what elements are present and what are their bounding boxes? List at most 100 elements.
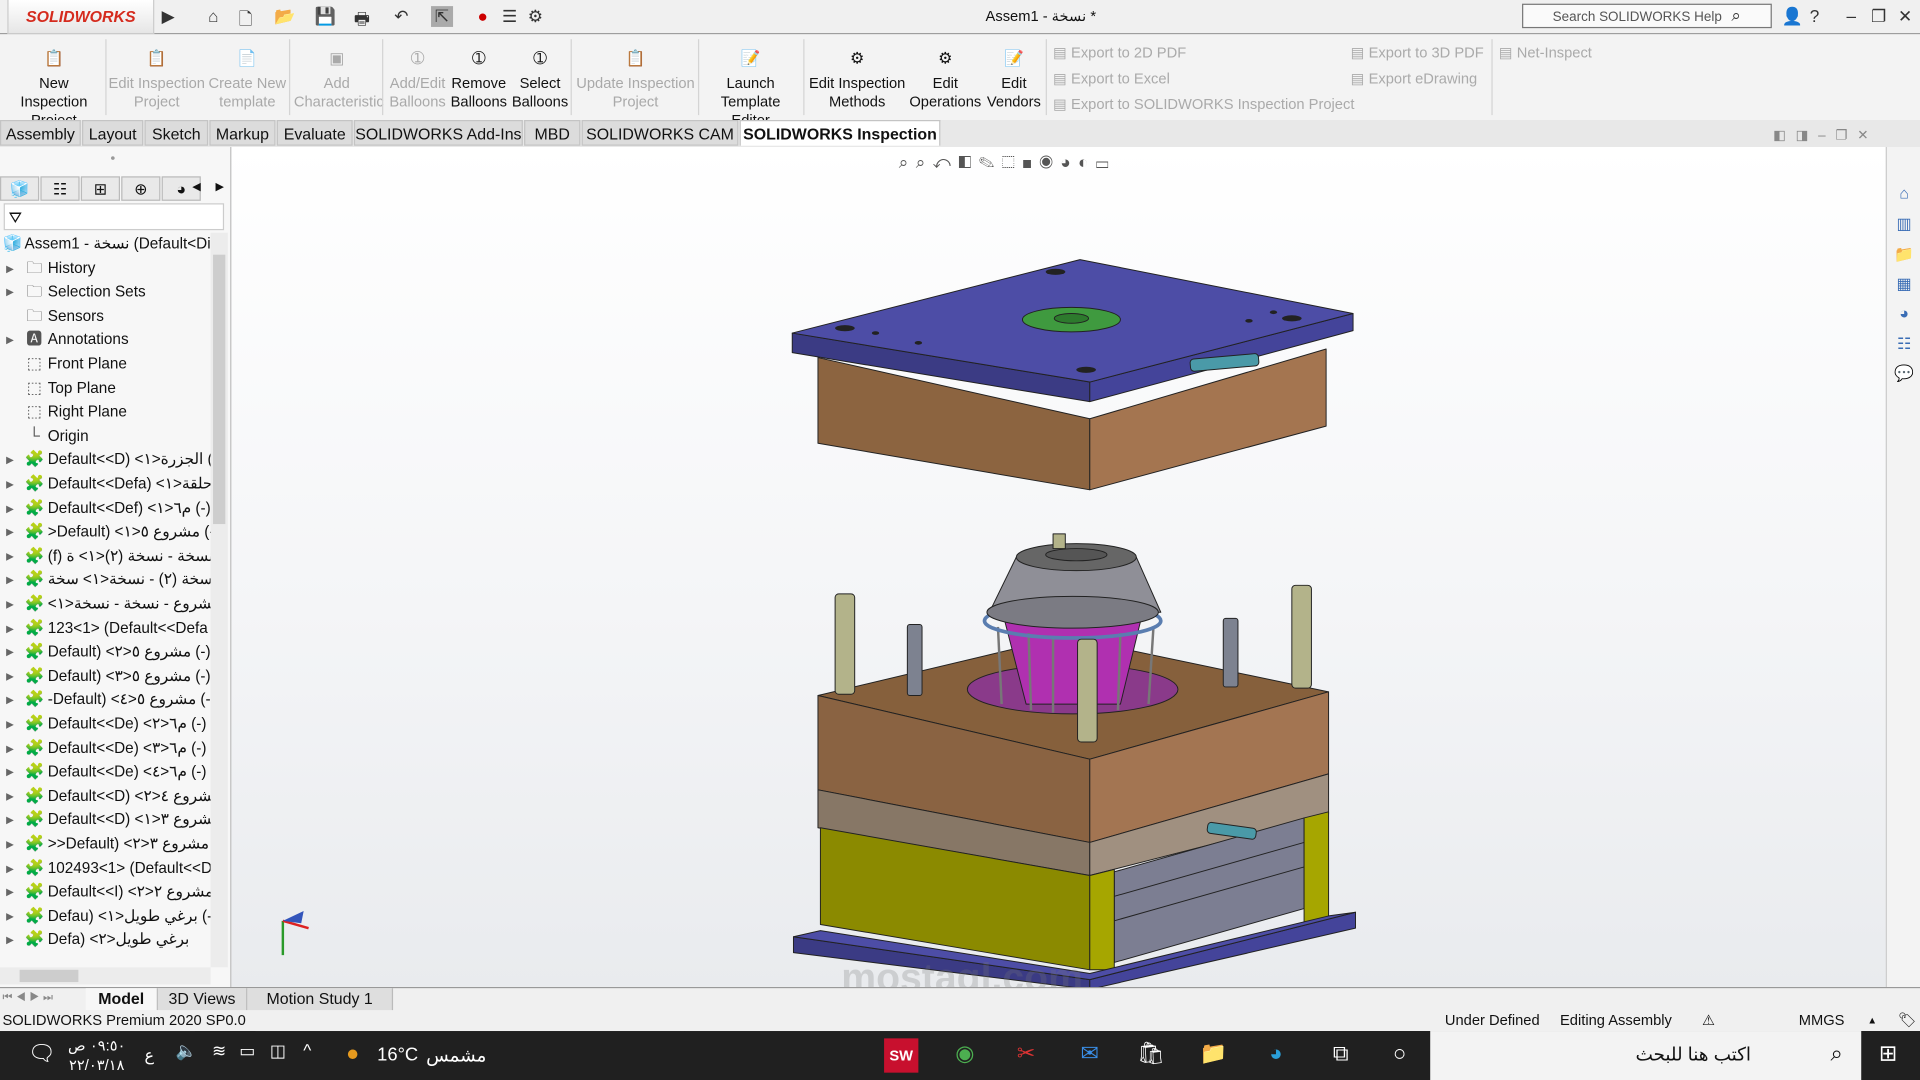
tree-item[interactable]: ▶ 🧩 (-) م٦<٤> (Default<<De	[0, 761, 211, 784]
tree-item[interactable]: ▶ 🧩 123<1> (Default<<Defa	[0, 617, 211, 640]
tree-item[interactable]: ▶🧩(-) الجزرة<١> (Default<<D	[0, 449, 211, 472]
tab-3d-views[interactable]: 3D Views	[158, 988, 247, 1010]
tab-solidworks-add-ins[interactable]: SOLIDWORKS Add-Ins	[354, 120, 523, 146]
tab-layout[interactable]: Layout	[82, 120, 143, 146]
tree-item[interactable]: ▶🧩نسخة - نسخة (٢) - نسخة<١> سخة	[0, 569, 211, 592]
expand-arrow-icon[interactable]: ▶	[6, 329, 14, 352]
taskbar-search-input[interactable]: اكتب هنا للبحث	[1430, 1031, 1861, 1080]
show-hidden-icons[interactable]: ^	[290, 1041, 324, 1061]
custom-properties-icon[interactable]: ☷	[1894, 334, 1914, 354]
tree-item[interactable]: └ Origin	[0, 425, 211, 448]
expand-arrow-icon[interactable]: ▶	[6, 881, 14, 904]
export-button-0[interactable]: ▤ Export to 2D PDF	[1053, 44, 1186, 61]
search-icon[interactable]: ⌕	[1731, 5, 1741, 26]
tree-item[interactable]: ▶ 🧩 102493<1> (Default<<D	[0, 857, 211, 880]
configurationmanager-tab-icon[interactable]: ⊞	[81, 176, 120, 200]
tree-item[interactable]: ▶🧩مشروع ٣<١> (Default<<D	[0, 809, 211, 832]
tab-markup[interactable]: Markup	[209, 120, 275, 146]
ribbon-button-operations-10[interactable]: ⚙ Edit Operations	[909, 49, 982, 111]
cortana-icon[interactable]: ○	[1382, 1041, 1416, 1067]
edge-icon[interactable]: ◕	[1259, 1041, 1293, 1067]
expand-arrow-icon[interactable]: ▶	[6, 593, 14, 616]
ribbon-button-project-1[interactable]: 📋 Edit Inspection Project	[108, 49, 206, 111]
export-button-4[interactable]: ▤ Export eDrawing	[1351, 70, 1478, 87]
expand-arrow-icon[interactable]: ▶	[6, 713, 14, 736]
tab-scroll-right-icon[interactable]: ▶	[216, 180, 224, 193]
view-palette-icon[interactable]: ▦	[1894, 274, 1914, 294]
tree-item[interactable]: ▶ 🧩 (-) م٦<٣> (Default<<De	[0, 737, 211, 760]
tree-item[interactable]: ▶ 🧩 حلقة<١> (Default<<Defa	[0, 473, 211, 496]
expand-arrow-icon[interactable]: ▶	[6, 665, 14, 688]
tab-sketch[interactable]: Sketch	[144, 120, 208, 146]
expand-arrow-icon[interactable]: ▶	[6, 281, 14, 304]
clock[interactable]: ٠٩:٥٠ ص ٢٢/٠٣/١٨	[67, 1036, 126, 1075]
weather-sun-icon[interactable]: ●	[336, 1041, 370, 1067]
tag-icon[interactable]: 🏷	[1898, 1010, 1917, 1031]
tree-item[interactable]: ▶ 🧩 مشروع ٣<٢> (Default<<	[0, 833, 211, 856]
tab-nav-arrows[interactable]: ⏮◀▶⏭	[2, 991, 56, 1004]
tab-scroll-left-icon[interactable]: ◀	[192, 180, 200, 193]
tree-item[interactable]: ▶🧩(-) مشروع - نسخة - نسخة<١>	[0, 593, 211, 616]
expand-arrow-icon[interactable]: ▶	[6, 545, 14, 568]
language-indicator[interactable]: ع	[144, 1046, 154, 1066]
expand-arrow-icon[interactable]: ▶	[6, 785, 14, 808]
expand-arrow-icon[interactable]: ▶	[6, 689, 14, 712]
export-button-3[interactable]: ▤ Export to 3D PDF	[1351, 44, 1484, 61]
design-library-icon[interactable]: ▥	[1894, 214, 1914, 234]
units-selector[interactable]: MMGS	[1799, 1010, 1845, 1031]
chrome-icon[interactable]: ◉	[948, 1041, 982, 1067]
mold-assembly-model[interactable]	[231, 147, 1885, 987]
graphics-area[interactable]: ⌕⌕↶◧✎⬚◼◉◕◐▭ ◧◨–❐✕ mostaql.com	[231, 147, 1885, 987]
tree-item[interactable]: ⬚ Front Plane	[0, 353, 211, 376]
expand-arrow-icon[interactable]: ▶	[6, 569, 14, 592]
expand-arrow-icon[interactable]: ▶	[6, 257, 14, 280]
tree-item[interactable]: ▶ 🧩 مشروع ٢<٢> (Default<<I	[0, 881, 211, 904]
ribbon-button-methods-9[interactable]: ⚙ Edit Inspection Methods	[806, 49, 909, 111]
ribbon-button-template-editor-8[interactable]: 📝LaunchTemplate Editor	[700, 49, 800, 130]
rebuild-warning-icon[interactable]: ⚠	[1702, 1010, 1715, 1031]
tab-model[interactable]: Model	[86, 988, 158, 1010]
ribbon-button-project-0[interactable]: 📋New InspectionProject	[5, 49, 103, 130]
expand-arrow-icon[interactable]: ▶	[6, 929, 14, 952]
tab-solidworks-cam[interactable]: SOLIDWORKS CAM	[582, 120, 739, 146]
forum-icon[interactable]: 💬	[1894, 364, 1914, 384]
tree-item[interactable]: ▶ 🧩 (-) م٦<٢> (Default<<De	[0, 713, 211, 736]
ribbon-button-vendors-11[interactable]: 📝 Edit Vendors	[984, 49, 1043, 111]
viewport-window-controls[interactable]: ◧◨–❐✕	[1773, 127, 1878, 143]
expand-arrow-icon[interactable]: ▶	[6, 857, 14, 880]
tree-item[interactable]: ▶ 🧩 (-) مشروع ٥<٤> (Default-	[0, 689, 211, 712]
task-view-icon[interactable]: ⧉	[1324, 1041, 1358, 1067]
store-icon[interactable]: 🛍	[1134, 1041, 1168, 1067]
help-icon[interactable]: ?	[1810, 6, 1820, 26]
export-button-2[interactable]: ▤ Export to SOLIDWORKS Inspection Projec…	[1053, 96, 1354, 113]
tree-item[interactable]: ▶ 🧩 (-) مشروع ٥<٣> (Default	[0, 665, 211, 688]
expand-arrow-icon[interactable]: ▶	[6, 521, 14, 544]
tree-root-assembly[interactable]: 🧊 Assem1 - نسخة (Default<Di	[0, 233, 211, 256]
close-icon[interactable]: ✕	[1898, 6, 1912, 27]
expand-arrow-icon[interactable]: ▶	[6, 449, 14, 472]
tab-evaluate[interactable]: Evaluate	[277, 120, 353, 146]
tree-item[interactable]: ▶ 🧩 (-) مشروع ٥<٢> (Default	[0, 641, 211, 664]
tree-item[interactable]: ⬚ Right Plane	[0, 401, 211, 424]
tree-scrollbar[interactable]	[211, 233, 228, 968]
ribbon-button-characteristic-3[interactable]: ▣ Add Characteristic	[294, 49, 380, 111]
expand-arrow-icon[interactable]: ▶	[6, 809, 14, 832]
weather-text[interactable]: مشمس	[426, 1044, 486, 1066]
user-icon[interactable]: 👤	[1782, 6, 1803, 27]
file-explorer-taskbar-icon[interactable]: 📁	[1196, 1041, 1230, 1067]
expand-arrow-icon[interactable]: ▶	[6, 761, 14, 784]
tree-item[interactable]: ▶ 🗀 History	[0, 257, 211, 280]
tab-motion-study[interactable]: Motion Study 1	[247, 988, 393, 1010]
featuremanager-tab-icon[interactable]: 🧊	[0, 176, 39, 200]
tree-item[interactable]: ▶ 🅰 Annotations	[0, 329, 211, 352]
battery-icon[interactable]: ▭	[230, 1041, 264, 1062]
expand-arrow-icon[interactable]: ▶	[6, 473, 14, 496]
expand-arrow-icon[interactable]: ▶	[6, 737, 14, 760]
tree-item[interactable]: ▶ 🧩 (-) م٦<١> (Default<<Def	[0, 497, 211, 520]
mail-icon[interactable]: ✉	[1073, 1041, 1107, 1067]
ribbon-button-balloons-5[interactable]: ➀ Remove Balloons	[451, 49, 507, 111]
tree-item[interactable]: ⬚ Top Plane	[0, 377, 211, 400]
tree-item[interactable]: 🗀 Sensors	[0, 305, 211, 328]
weather-temp[interactable]: 16°C	[377, 1044, 418, 1065]
restore-icon[interactable]: ❐	[1871, 6, 1886, 27]
